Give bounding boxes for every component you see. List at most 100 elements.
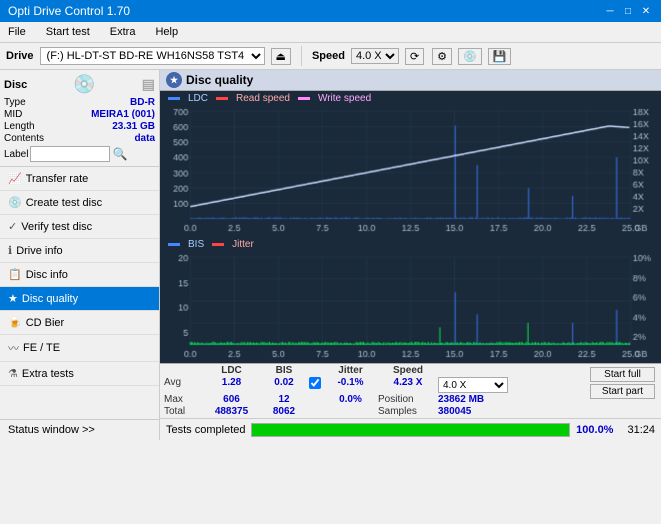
disc-length-row: Length 23.31 GB: [4, 121, 155, 132]
disc-icon: 💿: [73, 74, 95, 95]
speed-select[interactable]: 4.0 X: [351, 48, 399, 64]
progress-percent: 100.0%: [576, 424, 613, 436]
titlebar-title: Opti Drive Control 1.70: [8, 4, 130, 18]
menu-help[interactable]: Help: [151, 24, 182, 40]
avg-label: Avg: [164, 377, 204, 393]
avg-ldc: 1.28: [204, 377, 259, 393]
create-test-disc-icon: 💿: [8, 196, 22, 209]
disc-label-btn[interactable]: 🔍: [112, 147, 127, 161]
maximize-button[interactable]: □: [621, 4, 635, 18]
status-window-button[interactable]: Status window >>: [0, 419, 159, 440]
progress-container: [251, 423, 570, 437]
elapsed-time: 31:24: [627, 424, 655, 436]
position-value: 23862 MB: [438, 394, 508, 405]
settings-icon[interactable]: ⚙: [432, 48, 452, 65]
speed-label: Speed: [312, 50, 345, 62]
stats-area: LDC BIS Jitter Speed Avg 1.28 0.02 -0.1%: [160, 363, 661, 418]
col-speed-header: Speed: [378, 365, 438, 376]
drive-info-icon: ℹ: [8, 244, 12, 257]
menu-start-test[interactable]: Start test: [42, 24, 94, 40]
total-label: Total: [164, 406, 204, 417]
read-speed-legend: Read speed: [236, 93, 290, 104]
disc-contents-value: data: [134, 133, 155, 144]
avg-jitter: -0.1%: [323, 377, 378, 393]
col-empty: [164, 365, 204, 376]
minimize-button[interactable]: ─: [603, 4, 617, 18]
verify-test-disc-icon: ✓: [8, 220, 17, 233]
stats-rows: LDC BIS Jitter Speed Avg 1.28 0.02 -0.1%: [164, 365, 657, 417]
empty-cell3: [323, 406, 378, 417]
col-jitter-header: Jitter: [323, 365, 378, 376]
sidebar-item-create-test-disc[interactable]: 💿 Create test disc: [0, 191, 159, 215]
verify-test-disc-label: Verify test disc: [21, 221, 92, 233]
sidebar-item-fe-te[interactable]: 〰 FE / TE: [0, 335, 159, 362]
bis-legend: BIS: [188, 239, 204, 250]
disc-contents-row: Contents data: [4, 133, 155, 144]
start-full-button[interactable]: Start full: [590, 367, 655, 382]
status-text: Tests completed: [166, 424, 245, 436]
speed-select-dropdown[interactable]: 4.0 X: [438, 377, 508, 393]
action-buttons: Start full Start part: [588, 365, 657, 401]
cd-bier-icon: 🍺: [8, 316, 22, 329]
sidebar-item-disc-quality[interactable]: ★ Disc quality: [0, 287, 159, 311]
disc-quality-title: Disc quality: [186, 73, 253, 87]
stats-total-row: Total 488375 8062 Samples 380045: [164, 406, 586, 417]
ldc-legend: LDC: [188, 93, 208, 104]
start-part-button[interactable]: Start part: [590, 384, 655, 399]
disc-panel: Disc 💿 ▤ Type BD-R MID MEIRA1 (001) Leng…: [0, 70, 159, 167]
jitter-legend: Jitter: [232, 239, 254, 250]
disc-label-row: Label 🔍: [4, 146, 155, 162]
fe-te-icon: 〰: [8, 340, 19, 356]
empty-cell: [309, 394, 323, 405]
titlebar: Opti Drive Control 1.70 ─ □ ✕: [0, 0, 661, 22]
drive-bar: Drive (F:) HL-DT-ST BD-RE WH16NS58 TST4 …: [0, 43, 661, 70]
disc-rows: Type BD-R MID MEIRA1 (001) Length 23.31 …: [4, 97, 155, 162]
eject-icon[interactable]: ⏏: [271, 48, 291, 65]
titlebar-buttons: ─ □ ✕: [603, 4, 653, 18]
disc-label-label: Label: [4, 149, 28, 160]
menu-file[interactable]: File: [4, 24, 30, 40]
chart1-legend: LDC Read speed Write speed: [160, 91, 661, 106]
stats-header-row: LDC BIS Jitter Speed: [164, 365, 586, 376]
disc-type-label: Type: [4, 97, 26, 108]
disc-type-row: Type BD-R: [4, 97, 155, 108]
col-bis-header: BIS: [259, 365, 309, 376]
stats-max-row: Max 606 12 0.0% Position 23862 MB: [164, 394, 586, 405]
stats-avg-row: Avg 1.28 0.02 -0.1% 4.23 X 4.0 X: [164, 377, 586, 393]
empty-cell2: [309, 406, 323, 417]
right-content: ★ Disc quality LDC Read speed Write spee…: [160, 70, 661, 440]
disc-label-input[interactable]: [30, 146, 110, 162]
avg-bis: 0.02: [259, 377, 309, 393]
sidebar-item-cd-bier[interactable]: 🍺 CD Bier: [0, 311, 159, 335]
disc-info-icon: 📋: [8, 268, 22, 281]
disc-panel-header: Disc 💿 ▤: [4, 74, 155, 95]
speed-icon[interactable]: ⟳: [405, 48, 424, 65]
jitter-checkbox[interactable]: [309, 377, 321, 389]
drive-label: Drive: [6, 50, 34, 62]
drive-icon2[interactable]: 💿: [458, 48, 482, 65]
status-bar: Tests completed 100.0% 31:24: [160, 418, 661, 440]
save-icon[interactable]: 💾: [488, 48, 512, 65]
content-area: Disc 💿 ▤ Type BD-R MID MEIRA1 (001) Leng…: [0, 70, 661, 440]
chart1-container: LDC Read speed Write speed: [160, 91, 661, 237]
create-test-disc-label: Create test disc: [26, 197, 102, 209]
menu-extra[interactable]: Extra: [106, 24, 140, 40]
disc-quality-icon: ★: [8, 292, 18, 305]
sidebar-item-transfer-rate[interactable]: 📈 Transfer rate: [0, 167, 159, 191]
sidebar-item-disc-info[interactable]: 📋 Disc info: [0, 263, 159, 287]
transfer-rate-label: Transfer rate: [26, 173, 89, 185]
col-ldc-header: LDC: [204, 365, 259, 376]
sidebar-item-drive-info[interactable]: ℹ Drive info: [0, 239, 159, 263]
disc-quality-header-icon: ★: [166, 72, 182, 88]
max-ldc: 606: [204, 394, 259, 405]
close-button[interactable]: ✕: [639, 4, 653, 18]
sidebar-item-verify-test-disc[interactable]: ✓ Verify test disc: [0, 215, 159, 239]
disc-quality-label: Disc quality: [22, 293, 78, 305]
drive-select[interactable]: (F:) HL-DT-ST BD-RE WH16NS58 TST4: [40, 47, 265, 65]
write-speed-legend: Write speed: [318, 93, 371, 104]
total-ldc: 488375: [204, 406, 259, 417]
stats-left: LDC BIS Jitter Speed Avg 1.28 0.02 -0.1%: [164, 365, 586, 417]
sidebar-item-extra-tests[interactable]: ⚗ Extra tests: [0, 362, 159, 386]
menubar: File Start test Extra Help: [0, 22, 661, 43]
max-bis: 12: [259, 394, 309, 405]
